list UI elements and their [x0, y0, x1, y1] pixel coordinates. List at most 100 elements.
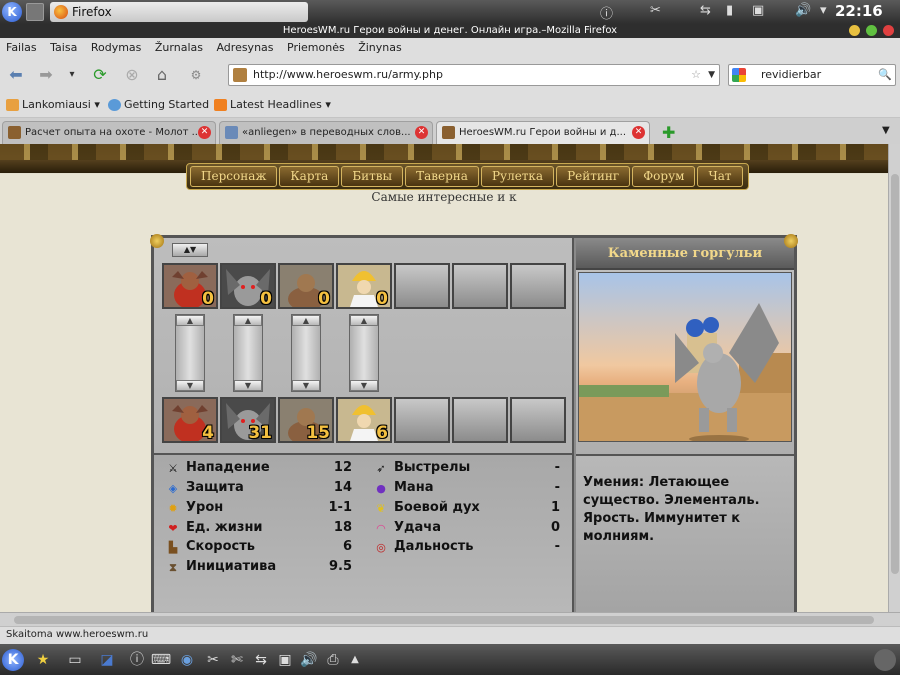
kde-menu-icon[interactable]: K — [2, 2, 22, 22]
nav-battles[interactable]: Битвы — [341, 166, 404, 187]
tab-dictionary[interactable]: «anliegen» в переводных слов... ✕ — [219, 121, 433, 144]
tab-close-icon[interactable]: ✕ — [632, 126, 645, 139]
army-slot-gargoyle[interactable]: 31 — [220, 397, 276, 443]
klipper-icon[interactable]: ✂ — [650, 3, 661, 18]
battery-icon[interactable]: ▮ — [726, 3, 733, 18]
slider-up-icon[interactable]: ▲ — [350, 315, 378, 326]
army-slot-golem[interactable]: 15 — [278, 397, 334, 443]
desktop-2-icon[interactable]: ◪ — [96, 649, 118, 671]
slider-up-icon[interactable]: ▲ — [292, 315, 320, 326]
nav-tavern[interactable]: Таверна — [405, 166, 479, 187]
bookmark-star-icon[interactable]: ☆ — [691, 65, 701, 85]
addon-icon[interactable]: ⚙ — [186, 66, 206, 84]
new-tab-icon[interactable]: ✚ — [662, 123, 675, 142]
home-icon[interactable]: ⌂ — [152, 66, 172, 84]
army-slot-empty[interactable] — [510, 397, 566, 443]
top-slot-empty[interactable] — [510, 263, 566, 309]
maximize-button[interactable] — [865, 25, 877, 36]
menu-file[interactable]: Failas — [0, 38, 41, 54]
top-slot-empty[interactable] — [452, 263, 508, 309]
tab-list-icon[interactable]: ▼ — [882, 125, 890, 136]
minimize-button[interactable] — [848, 25, 860, 36]
network-icon[interactable]: ⇆ — [250, 649, 272, 671]
browser-icon[interactable]: ◉ — [176, 649, 198, 671]
top-slot-mage[interactable]: 0 — [336, 263, 392, 309]
transfer-slider[interactable]: ▲ ▼ — [349, 314, 379, 392]
taskbar-firefox-entry[interactable]: Firefox — [50, 2, 308, 22]
nav-chat[interactable]: Чат — [697, 166, 743, 187]
top-slot-empty[interactable] — [394, 263, 450, 309]
slider-down-icon[interactable]: ▼ — [234, 380, 262, 391]
scroll-thumb[interactable] — [891, 174, 899, 574]
slider-up-icon[interactable]: ▲ — [234, 315, 262, 326]
tab-hunt-exp[interactable]: Расчет опыта на охоте - Молот ... ✕ — [2, 121, 216, 144]
panel-arrow-icon[interactable]: ▲ — [344, 649, 366, 671]
scissors-icon[interactable]: ✄ — [226, 649, 248, 671]
slider-down-icon[interactable]: ▼ — [350, 380, 378, 391]
url-dropdown-icon[interactable]: ▼ — [708, 65, 715, 85]
menu-edit[interactable]: Taisa — [44, 38, 81, 54]
top-slot-gargoyle[interactable]: 0 — [220, 263, 276, 309]
menu-history[interactable]: Žurnalas — [149, 38, 207, 54]
klipper-icon[interactable]: ✂ — [202, 649, 224, 671]
panel-arrow-icon[interactable]: ▾ — [820, 3, 827, 18]
menu-bookmarks[interactable]: Adresynas — [210, 38, 277, 54]
slider-down-icon[interactable]: ▼ — [292, 380, 320, 391]
stop-icon[interactable]: ⊗ — [122, 66, 142, 84]
back-icon[interactable]: ⬅ — [6, 66, 26, 84]
nav-map[interactable]: Карта — [279, 166, 340, 187]
menu-tools[interactable]: Priemonės — [281, 38, 349, 54]
clock[interactable]: 22:16 — [835, 2, 883, 20]
slider-down-icon[interactable]: ▼ — [176, 380, 204, 391]
info-icon[interactable]: ⓘ — [600, 3, 613, 22]
scroll-thumb[interactable] — [14, 616, 874, 624]
sort-button[interactable]: ▲▼ — [172, 243, 208, 257]
tab-close-icon[interactable]: ✕ — [415, 126, 428, 139]
history-dropdown-icon[interactable]: ▾ — [62, 66, 82, 84]
transfer-slider[interactable]: ▲ ▼ — [291, 314, 321, 392]
google-icon[interactable] — [732, 68, 746, 82]
favorites-icon[interactable]: ★ — [32, 649, 54, 671]
nav-rating[interactable]: Рейтинг — [556, 166, 631, 187]
army-slot-empty[interactable] — [394, 397, 450, 443]
show-desktop-button[interactable] — [26, 3, 44, 21]
bookmark-most-visited[interactable]: Lankomiausi ▾ — [6, 98, 100, 111]
top-slot-golem[interactable]: 0 — [278, 263, 334, 309]
kde-launcher-icon[interactable]: K — [2, 649, 24, 671]
army-slot-empty[interactable] — [452, 397, 508, 443]
menu-help[interactable]: Žinynas — [352, 38, 406, 54]
tab-close-icon[interactable]: ✕ — [198, 126, 211, 139]
info-icon[interactable]: ⓘ — [126, 649, 148, 671]
display-icon[interactable]: ▣ — [274, 649, 296, 671]
bookmark-getting-started[interactable]: Getting Started — [108, 98, 209, 111]
menu-view[interactable]: Rodymas — [85, 38, 146, 54]
network-icon[interactable]: ⇆ — [700, 3, 711, 18]
army-slot-mage[interactable]: 6 — [336, 397, 392, 443]
bookmark-latest-headlines[interactable]: Latest Headlines ▾ — [214, 98, 331, 111]
volume-icon[interactable]: 🔊 — [795, 3, 811, 18]
top-slot-imp[interactable]: 0 — [162, 263, 218, 309]
army-slot-imp[interactable]: 4 — [162, 397, 218, 443]
desktop-1-icon[interactable]: ▭ — [64, 649, 86, 671]
nav-character[interactable]: Персонаж — [190, 166, 278, 187]
search-input[interactable]: revidierbar 🔍 — [728, 64, 896, 86]
monitor-icon[interactable]: ▣ — [752, 3, 764, 18]
slider-up-icon[interactable]: ▲ — [176, 315, 204, 326]
keyboard-icon[interactable]: ⌨ — [150, 649, 172, 671]
forward-icon[interactable]: ➡ — [36, 66, 56, 84]
nav-forum[interactable]: Форум — [632, 166, 696, 187]
horizontal-scrollbar[interactable] — [0, 612, 900, 626]
printer-icon[interactable]: ⎙ — [322, 649, 344, 671]
volume-icon[interactable]: 🔊 — [298, 649, 320, 671]
transfer-slider[interactable]: ▲ ▼ — [175, 314, 205, 392]
vertical-scrollbar[interactable] — [888, 144, 900, 612]
url-input[interactable]: http://www.heroeswm.ru/army.php ☆ ▼ — [228, 64, 720, 86]
search-icon[interactable]: 🔍 — [878, 65, 892, 85]
panel-toolbox-icon[interactable] — [874, 649, 896, 671]
close-window-button[interactable] — [883, 25, 894, 36]
reload-icon[interactable]: ⟳ — [90, 66, 110, 84]
tab-heroeswm[interactable]: HeroesWM.ru Герои войны и д... ✕ — [436, 121, 650, 144]
window-titlebar[interactable]: HeroesWM.ru Герои войны и денег. Онлайн … — [0, 24, 900, 38]
transfer-slider[interactable]: ▲ ▼ — [233, 314, 263, 392]
nav-roulette[interactable]: Рулетка — [480, 166, 555, 187]
